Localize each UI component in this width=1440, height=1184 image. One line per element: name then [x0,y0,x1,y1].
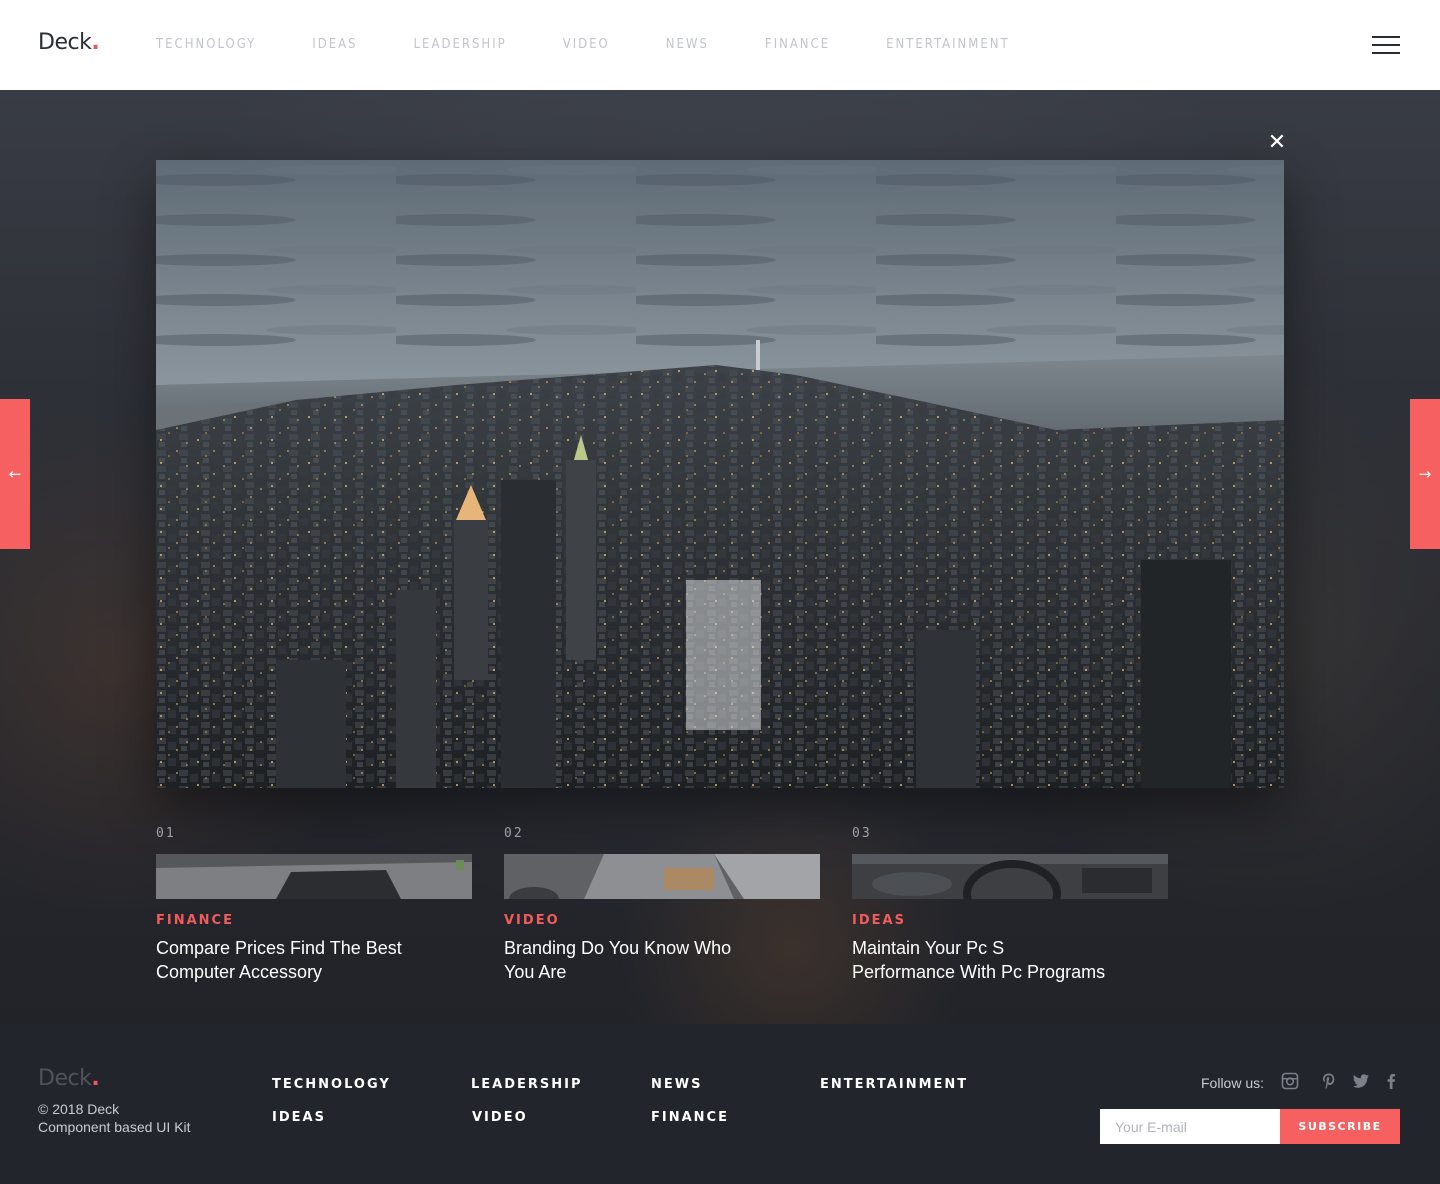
card-thumbnail[interactable] [156,854,472,899]
car-interior-photo [852,854,1168,899]
tagline-text: Component based UI Kit [38,1119,191,1135]
footer-link-news[interactable]: NEWS [651,1077,702,1092]
nav-item-entertainment[interactable]: ENTERTAINMENT [886,37,1010,52]
menu-icon[interactable] [1372,36,1400,54]
footer-link-technology[interactable]: TECHNOLOGY [272,1077,391,1092]
main-nav: TECHNOLOGY IDEAS LEADERSHIP VIDEO NEWS F… [156,37,1066,52]
logo-dot: . [91,30,100,55]
card-thumbnail[interactable] [504,854,820,899]
footer-link-finance[interactable]: FINANCE [651,1110,729,1125]
footer-logo[interactable]: Deck. [38,1066,100,1091]
follow-us-label: Follow us: [1201,1075,1265,1091]
card-category[interactable]: VIDEO [504,913,820,928]
arrow-right-icon: → [1418,465,1432,483]
card-title[interactable]: Branding Do You Know Who You Are [504,936,764,984]
card-thumbnail[interactable] [852,854,1168,899]
footer-link-video[interactable]: VIDEO [472,1110,528,1125]
footer-logo-dot: . [91,1066,100,1091]
pinterest-icon[interactable] [1320,1072,1338,1090]
site-footer: Deck. © 2018 Deck Component based UI Kit… [0,1024,1440,1184]
desk-photo [156,854,472,899]
logo[interactable]: Deck. [38,30,100,55]
footer-link-ideas[interactable]: IDEAS [272,1110,326,1125]
footer-link-entertainment[interactable]: ENTERTAINMENT [820,1077,968,1092]
site-header: Deck. TECHNOLOGY IDEAS LEADERSHIP VIDEO … [0,0,1440,90]
menu-line [1372,52,1400,54]
instagram-icon[interactable] [1281,1072,1299,1090]
card-number: 01 [156,826,176,841]
card-category[interactable]: IDEAS [852,913,1168,928]
nav-item-video[interactable]: VIDEO [563,37,610,52]
logo-text: Deck [38,30,92,55]
nav-item-technology[interactable]: TECHNOLOGY [156,37,256,52]
nav-item-finance[interactable]: FINANCE [765,37,830,52]
copyright-text: © 2018 Deck [38,1101,120,1117]
close-icon[interactable]: ✕ [1266,132,1288,154]
article-card: 03 IDEAS Maintain Your Pc S Performance … [852,826,1168,984]
next-arrow-button[interactable]: → [1410,399,1440,549]
footer-logo-text: Deck [38,1066,92,1091]
nav-item-ideas[interactable]: IDEAS [312,37,357,52]
card-title[interactable]: Compare Prices Find The Best Computer Ac… [156,936,416,984]
subscribe-button[interactable]: SUBSCRIBE [1280,1109,1400,1144]
card-number: 02 [504,826,524,841]
prev-arrow-button[interactable]: ← [0,399,30,549]
email-input[interactable] [1100,1109,1280,1144]
article-card: 02 VIDEO Branding Do You Know Who You Ar… [504,826,820,984]
nav-item-leadership[interactable]: LEADERSHIP [414,37,507,52]
hero-image [156,160,1284,788]
menu-line [1372,36,1400,38]
laptop-photo [504,854,820,899]
footer-copyright: © 2018 Deck Component based UI Kit [38,1100,191,1136]
city-aerial-photo [156,160,1284,788]
card-number: 03 [852,826,872,841]
card-title[interactable]: Maintain Your Pc S Performance With Pc P… [852,936,1112,984]
footer-link-leadership[interactable]: LEADERSHIP [471,1077,583,1092]
article-card: 01 FINANCE Compare Prices Find The Best … [156,826,472,984]
arrow-left-icon: ← [8,465,22,483]
lightbox-overlay: ✕ ← → 01 FINANCE Compare Prices Find The… [0,90,1440,1024]
twitter-icon[interactable] [1352,1072,1370,1090]
facebook-icon[interactable] [1382,1072,1400,1090]
menu-line [1372,44,1400,46]
nav-item-news[interactable]: NEWS [666,37,709,52]
card-category[interactable]: FINANCE [156,913,472,928]
